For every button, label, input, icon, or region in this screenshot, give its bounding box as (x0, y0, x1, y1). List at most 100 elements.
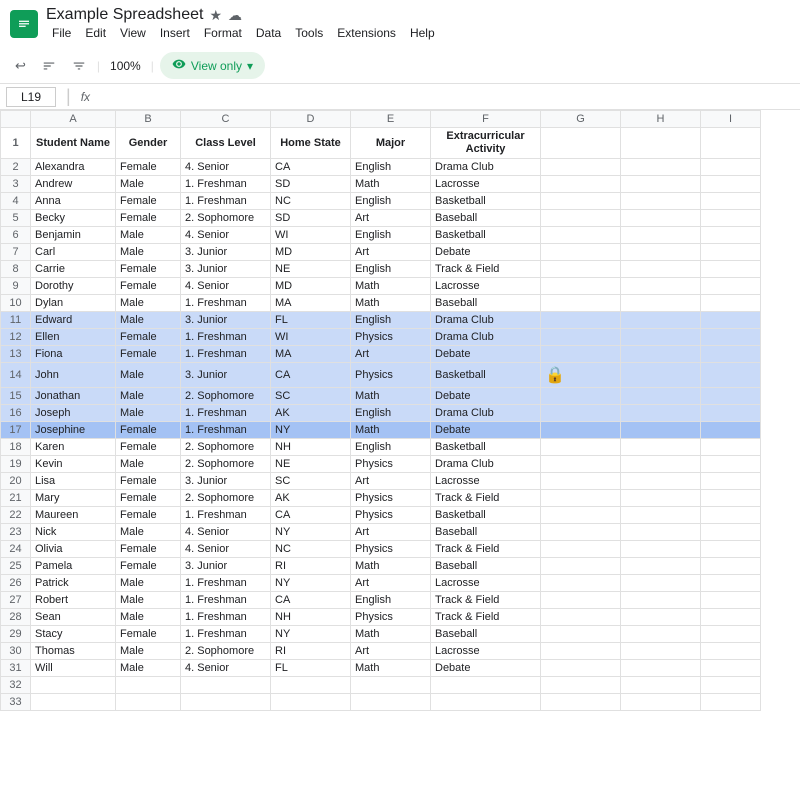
cell-20-8[interactable] (701, 473, 761, 490)
table-row[interactable]: 29StacyFemale1. FreshmanNYMathBaseball (1, 626, 761, 643)
cell-4-0[interactable]: Anna (31, 193, 116, 210)
cell-29-1[interactable]: Female (116, 626, 181, 643)
cell-7-8[interactable] (701, 244, 761, 261)
cell-33-3[interactable] (271, 694, 351, 711)
col-header-h[interactable]: H (621, 111, 701, 128)
cell-2-5[interactable]: Drama Club (431, 159, 541, 176)
cell-27-6[interactable] (541, 592, 621, 609)
cell-17-6[interactable] (541, 422, 621, 439)
cell-14-7[interactable] (621, 363, 701, 388)
cell-16-6[interactable] (541, 405, 621, 422)
cell-23-8[interactable] (701, 524, 761, 541)
cell-22-7[interactable] (621, 507, 701, 524)
table-row[interactable]: 16JosephMale1. FreshmanAKEnglishDrama Cl… (1, 405, 761, 422)
cell-32-3[interactable] (271, 677, 351, 694)
table-row[interactable]: 33 (1, 694, 761, 711)
cell-16-4[interactable]: English (351, 405, 431, 422)
cell-14-8[interactable] (701, 363, 761, 388)
cell-33-7[interactable] (621, 694, 701, 711)
header-cell-1[interactable]: Gender (116, 128, 181, 159)
cell-30-2[interactable]: 2. Sophomore (181, 643, 271, 660)
cell-33-6[interactable] (541, 694, 621, 711)
cell-8-0[interactable]: Carrie (31, 261, 116, 278)
cell-6-0[interactable]: Benjamin (31, 227, 116, 244)
table-row[interactable]: 5BeckyFemale2. SophomoreSDArtBaseball (1, 210, 761, 227)
col-header-f[interactable]: F (431, 111, 541, 128)
cell-17-2[interactable]: 1. Freshman (181, 422, 271, 439)
cell-20-5[interactable]: Lacrosse (431, 473, 541, 490)
cell-27-1[interactable]: Male (116, 592, 181, 609)
cell-6-1[interactable]: Male (116, 227, 181, 244)
cell-6-2[interactable]: 4. Senior (181, 227, 271, 244)
cell-9-0[interactable]: Dorothy (31, 278, 116, 295)
cell-25-7[interactable] (621, 558, 701, 575)
cell-7-6[interactable] (541, 244, 621, 261)
cell-3-4[interactable]: Math (351, 176, 431, 193)
cell-10-0[interactable]: Dylan (31, 295, 116, 312)
cell-4-4[interactable]: English (351, 193, 431, 210)
cell-15-7[interactable] (621, 388, 701, 405)
cell-31-4[interactable]: Math (351, 660, 431, 677)
header-cell-6[interactable] (541, 128, 621, 159)
cell-15-0[interactable]: Jonathan (31, 388, 116, 405)
cell-21-5[interactable]: Track & Field (431, 490, 541, 507)
cell-13-4[interactable]: Art (351, 346, 431, 363)
cell-13-3[interactable]: MA (271, 346, 351, 363)
cell-17-7[interactable] (621, 422, 701, 439)
cell-21-7[interactable] (621, 490, 701, 507)
cell-33-0[interactable] (31, 694, 116, 711)
cell-16-7[interactable] (621, 405, 701, 422)
cell-9-4[interactable]: Math (351, 278, 431, 295)
cell-32-5[interactable] (431, 677, 541, 694)
cell-23-3[interactable]: NY (271, 524, 351, 541)
menu-item-view[interactable]: View (114, 24, 152, 42)
cell-5-5[interactable]: Baseball (431, 210, 541, 227)
menu-item-tools[interactable]: Tools (289, 24, 329, 42)
cell-29-6[interactable] (541, 626, 621, 643)
cell-11-6[interactable] (541, 312, 621, 329)
cell-6-7[interactable] (621, 227, 701, 244)
cell-31-6[interactable] (541, 660, 621, 677)
cell-16-0[interactable]: Joseph (31, 405, 116, 422)
menu-item-edit[interactable]: Edit (79, 24, 112, 42)
cell-10-1[interactable]: Male (116, 295, 181, 312)
cell-21-3[interactable]: AK (271, 490, 351, 507)
cell-25-0[interactable]: Pamela (31, 558, 116, 575)
cell-10-6[interactable] (541, 295, 621, 312)
cell-27-7[interactable] (621, 592, 701, 609)
cell-2-3[interactable]: CA (271, 159, 351, 176)
cell-20-0[interactable]: Lisa (31, 473, 116, 490)
cell-18-0[interactable]: Karen (31, 439, 116, 456)
cell-12-8[interactable] (701, 329, 761, 346)
cell-25-1[interactable]: Female (116, 558, 181, 575)
menu-item-file[interactable]: File (46, 24, 77, 42)
cell-28-8[interactable] (701, 609, 761, 626)
cell-32-4[interactable] (351, 677, 431, 694)
view-only-button[interactable]: View only ▾ (160, 52, 265, 79)
cell-26-2[interactable]: 1. Freshman (181, 575, 271, 592)
cell-15-2[interactable]: 2. Sophomore (181, 388, 271, 405)
cell-reference-input[interactable] (6, 87, 56, 107)
cell-12-3[interactable]: WI (271, 329, 351, 346)
col-header-e[interactable]: E (351, 111, 431, 128)
cell-3-7[interactable] (621, 176, 701, 193)
cell-4-7[interactable] (621, 193, 701, 210)
table-row[interactable]: 9DorothyFemale4. SeniorMDMathLacrosse (1, 278, 761, 295)
table-row[interactable]: 4AnnaFemale1. FreshmanNCEnglishBasketbal… (1, 193, 761, 210)
cell-18-2[interactable]: 2. Sophomore (181, 439, 271, 456)
header-cell-8[interactable] (701, 128, 761, 159)
cell-25-4[interactable]: Math (351, 558, 431, 575)
cell-33-1[interactable] (116, 694, 181, 711)
cell-19-5[interactable]: Drama Club (431, 456, 541, 473)
cell-28-6[interactable] (541, 609, 621, 626)
cell-17-1[interactable]: Female (116, 422, 181, 439)
cell-16-2[interactable]: 1. Freshman (181, 405, 271, 422)
cell-25-6[interactable] (541, 558, 621, 575)
table-row[interactable]: 7CarlMale3. JuniorMDArtDebate (1, 244, 761, 261)
cell-30-4[interactable]: Art (351, 643, 431, 660)
cell-7-2[interactable]: 3. Junior (181, 244, 271, 261)
cell-26-6[interactable] (541, 575, 621, 592)
menu-item-extensions[interactable]: Extensions (331, 24, 402, 42)
table-row[interactable]: 19KevinMale2. SophomoreNEPhysicsDrama Cl… (1, 456, 761, 473)
cell-24-6[interactable] (541, 541, 621, 558)
